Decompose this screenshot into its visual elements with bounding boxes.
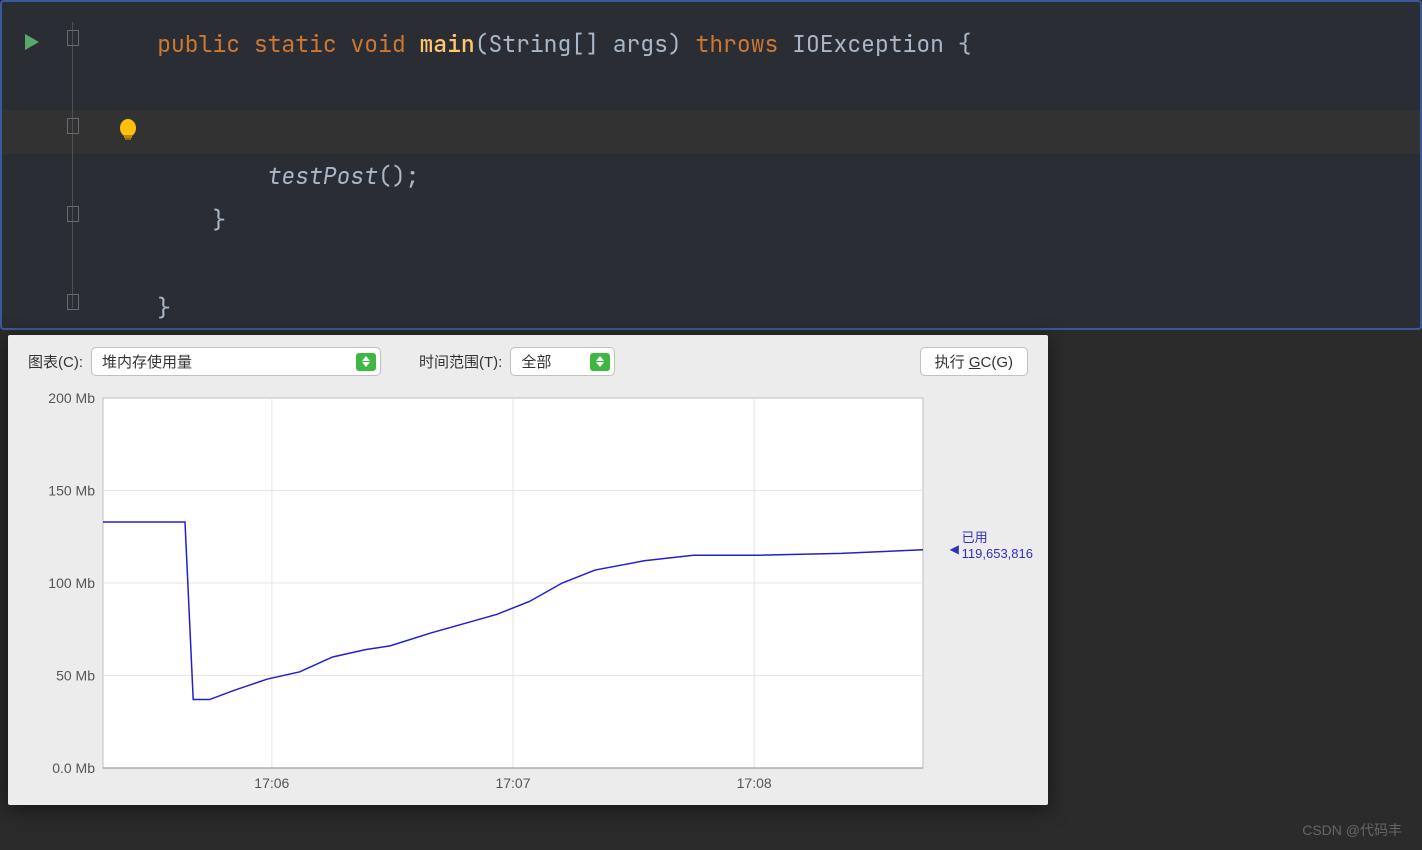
code-editor[interactable]: public static void main(String[] args) t… [0, 0, 1422, 330]
svg-text:17:07: 17:07 [495, 775, 530, 791]
memory-monitor-panel: 图表(C): 堆内存使用量 时间范围(T): 全部 执行 GC(G) 0.0 M… [8, 335, 1048, 805]
svg-text:0.0 Mb: 0.0 Mb [52, 760, 95, 776]
chart-svg: 0.0 Mb 50 Mb 100 Mb 150 Mb 200 Mb 17:06 17:07 1… [23, 388, 1033, 798]
fold-handle-icon[interactable] [67, 118, 79, 134]
svg-text:50 Mb: 50 Mb [56, 668, 95, 684]
chart-select-label: 图表(C): [28, 351, 83, 372]
intention-bulb-icon[interactable] [117, 117, 139, 152]
fold-column [62, 2, 102, 328]
svg-text:17:06: 17:06 [254, 775, 289, 791]
fold-handle-icon[interactable] [67, 206, 79, 222]
dropdown-arrows-icon [590, 353, 610, 371]
svg-text:200 Mb: 200 Mb [48, 390, 95, 406]
perform-gc-button[interactable]: 执行 GC(G) [920, 347, 1028, 376]
gutter [2, 2, 62, 328]
current-line-highlight [2, 110, 1420, 154]
chart-type-select[interactable]: 堆内存使用量 [91, 347, 381, 376]
time-range-select[interactable]: 全部 [510, 347, 615, 376]
monitor-toolbar: 图表(C): 堆内存使用量 时间范围(T): 全部 执行 GC(G) [8, 335, 1048, 388]
svg-text:17:08: 17:08 [737, 775, 772, 791]
fold-handle-icon[interactable] [67, 30, 79, 46]
code-content[interactable]: public static void main(String[] args) t… [102, 2, 1420, 328]
time-range-label: 时间范围(T): [419, 351, 502, 372]
used-memory-annotation: ◀ 已用 119,653,816 [962, 530, 1033, 561]
fold-handle-icon[interactable] [67, 294, 79, 310]
csdn-watermark: CSDN @代码丰 [1302, 820, 1402, 840]
annotation-arrow-icon: ◀ [950, 542, 959, 556]
heap-memory-chart: 0.0 Mb 50 Mb 100 Mb 150 Mb 200 Mb 17:06 17:07 1… [23, 388, 1033, 798]
svg-text:150 Mb: 150 Mb [48, 483, 95, 499]
svg-text:100 Mb: 100 Mb [48, 575, 95, 591]
run-icon[interactable] [23, 30, 41, 59]
dropdown-arrows-icon [356, 353, 376, 371]
